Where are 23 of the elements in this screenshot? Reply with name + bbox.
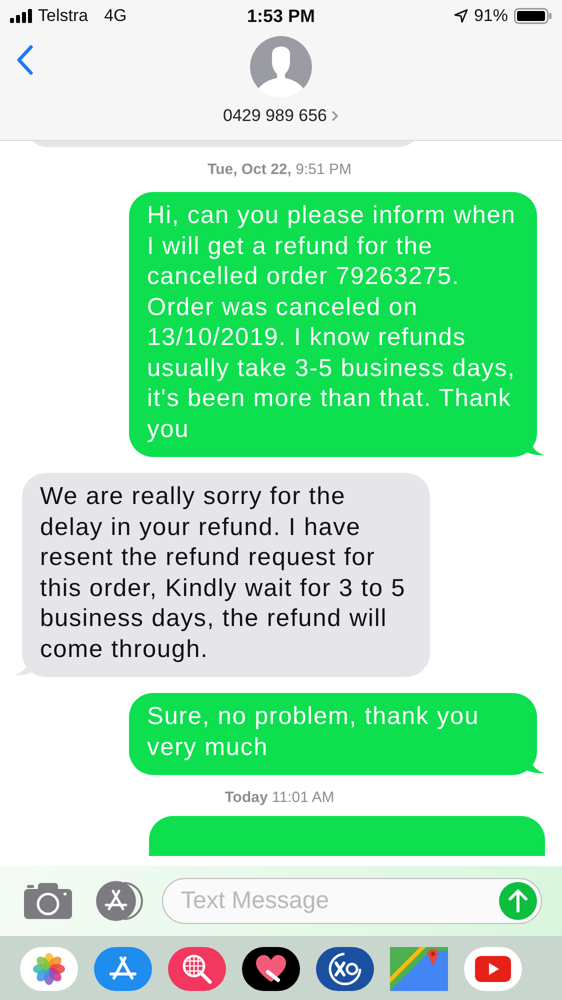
currency-app-icon[interactable] bbox=[316, 946, 374, 990]
clock: 1:53 PM bbox=[246, 6, 316, 26]
app-store-icon[interactable] bbox=[94, 946, 152, 990]
carrier-name: Telstra bbox=[38, 6, 88, 26]
video-app-icon[interactable] bbox=[464, 946, 522, 990]
message-field[interactable]: Text Message bbox=[162, 878, 542, 924]
photos-app-icon[interactable] bbox=[20, 946, 78, 990]
timestamp: Tue, Oct 22, 9:51 PM bbox=[206, 161, 352, 178]
contact-number[interactable]: 0429 989 656 bbox=[223, 106, 327, 126]
chevron-icon[interactable] bbox=[331, 110, 339, 122]
timestamp: Today 11:01 AM bbox=[224, 789, 336, 806]
network-type: 4G bbox=[104, 6, 127, 26]
camera-button[interactable] bbox=[24, 883, 72, 919]
maps-app-icon[interactable] bbox=[390, 946, 448, 990]
avatar-icon[interactable] bbox=[250, 36, 312, 98]
battery-percentage: 91% bbox=[474, 6, 508, 26]
send-button[interactable] bbox=[499, 882, 537, 920]
globe-search-icon[interactable] bbox=[168, 946, 226, 990]
heart-app-icon[interactable] bbox=[242, 946, 300, 990]
back-button[interactable] bbox=[16, 44, 34, 76]
battery-icon bbox=[514, 8, 552, 24]
location-icon bbox=[454, 9, 468, 23]
signal-icon bbox=[10, 9, 32, 23]
